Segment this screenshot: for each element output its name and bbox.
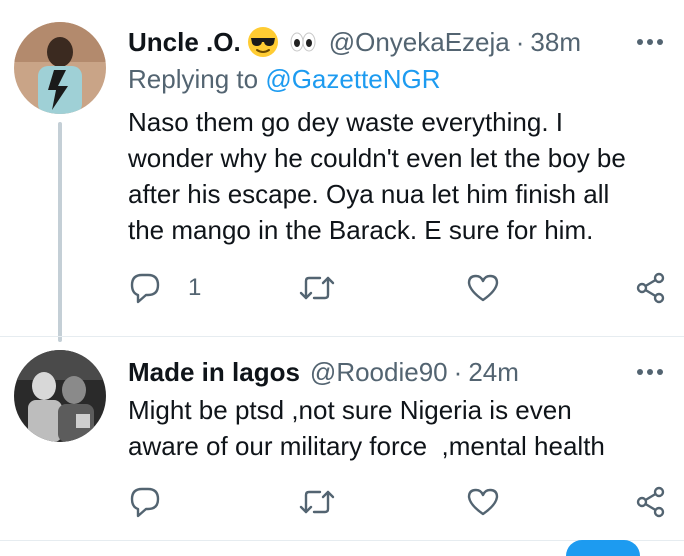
tweet-header: Uncle .O. @OnyekaEzeja · 38m <box>128 24 670 60</box>
share-button[interactable] <box>634 268 668 308</box>
separator-dot: · <box>453 356 463 387</box>
avatar[interactable] <box>14 22 106 114</box>
more-icon[interactable] <box>630 354 670 390</box>
retweet-icon <box>299 490 335 514</box>
compose-fab-edge[interactable] <box>566 540 640 556</box>
display-name[interactable]: Uncle .O. <box>128 27 241 58</box>
like-button[interactable] <box>466 268 500 308</box>
like-icon <box>467 488 499 516</box>
tweet-text-line: Naso them go dey waste everything. I <box>128 107 564 137</box>
retweet-button[interactable] <box>298 268 336 308</box>
tweet[interactable]: Made in lagos @Roodie90 · 24m Might be p… <box>0 336 684 548</box>
more-icon[interactable] <box>630 24 670 60</box>
replying-to: Replying to @GazetteNGR <box>128 64 441 95</box>
reply-icon <box>130 273 160 304</box>
reply-count: 1 <box>188 274 202 301</box>
reply-button[interactable]: 1 <box>128 268 201 308</box>
tweet-text-line: wonder why he couldn't even let the boy … <box>128 143 626 173</box>
tweet-actions: 1 <box>128 268 674 308</box>
handle[interactable]: @OnyekaEzeja <box>329 27 510 58</box>
replying-to-label: Replying to <box>128 64 259 94</box>
avatar-photo <box>14 22 106 114</box>
tweet-actions <box>128 482 674 522</box>
tweet-text-line: after his escape. Oya nua let him finish… <box>128 179 610 209</box>
reply-button[interactable] <box>128 482 188 522</box>
share-button[interactable] <box>634 482 668 522</box>
timestamp[interactable]: 24m <box>468 357 519 388</box>
retweet-button[interactable] <box>298 482 336 522</box>
tweet-text: Naso them go dey waste everything. I won… <box>128 104 668 248</box>
handle[interactable]: @Roodie90 <box>310 357 448 388</box>
replying-to-mention[interactable]: @GazetteNGR <box>265 64 440 94</box>
like-button[interactable] <box>466 482 500 522</box>
reply-icon <box>130 487 160 518</box>
retweet-icon <box>299 276 335 300</box>
like-icon <box>467 274 499 302</box>
share-icon <box>636 272 665 304</box>
tweet[interactable]: Uncle .O. @OnyekaEzeja · 38m Replying to… <box>0 0 684 342</box>
display-name[interactable]: Made in lagos <box>128 357 300 388</box>
avatar[interactable] <box>14 350 106 442</box>
sunglasses-emoji-icon <box>247 26 279 58</box>
tweet-text: Might be ptsd ,not sure Nigeria is even … <box>128 392 668 464</box>
share-icon <box>636 486 665 518</box>
separator-dot: · <box>515 26 525 57</box>
timestamp[interactable]: 38m <box>530 27 581 58</box>
avatar-photo <box>14 350 106 442</box>
tweet-text-line: the mango in the Barack. E sure for him. <box>128 215 594 245</box>
tweet-text-line: aware of our military force ,mental heal… <box>128 431 605 461</box>
tweet-header: Made in lagos @Roodie90 · 24m <box>128 354 670 390</box>
thread-line <box>58 122 62 342</box>
eyes-emoji-icon <box>287 26 319 58</box>
tweet-text-line: Might be ptsd ,not sure Nigeria is even <box>128 395 572 425</box>
